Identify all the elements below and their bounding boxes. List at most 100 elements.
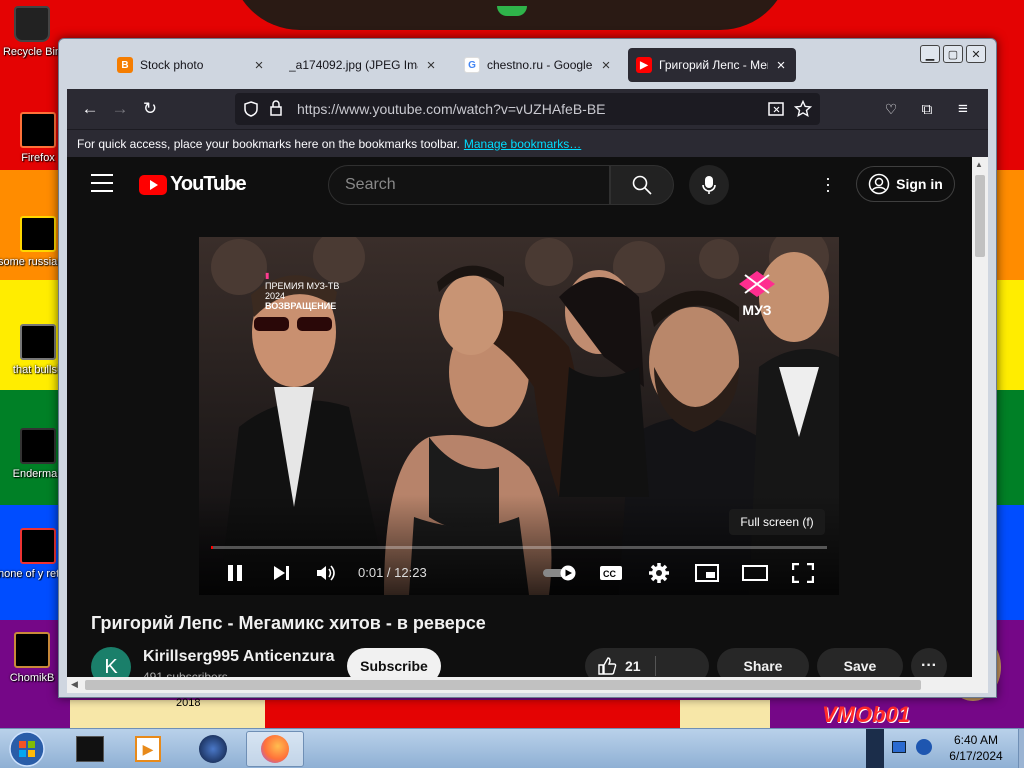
volume-button[interactable]: [313, 559, 341, 587]
close-tab-icon[interactable]: ×: [774, 57, 788, 74]
network-icon[interactable]: [892, 741, 906, 753]
browser-window: B Stock photo × _a174092.jpg (JPEG Image…: [58, 38, 997, 698]
miniplayer-icon: [695, 564, 719, 582]
youtube-page: YouTube Search · · · Sign in ▮ ПРЕМИЯ МУ…: [67, 157, 972, 679]
horizontal-scrollbar[interactable]: ◀: [67, 677, 988, 693]
wallpaper-corner-text: VMOb01: [822, 702, 911, 727]
lock-icon[interactable]: [269, 100, 283, 117]
like-count[interactable]: 21: [625, 658, 641, 674]
settings-button[interactable]: [643, 559, 675, 587]
maximize-button[interactable]: ▢: [943, 45, 963, 63]
channel-name[interactable]: Kirillserg995 Anticenzura: [143, 648, 334, 666]
recycle-bin-icon: [14, 6, 50, 42]
volume-tray-icon[interactable]: [916, 739, 932, 755]
close-window-button[interactable]: ✕: [966, 45, 986, 63]
start-button[interactable]: [6, 730, 48, 768]
gear-icon: [649, 563, 669, 583]
tab-google-search[interactable]: G chestno.ru - Google S ×: [456, 48, 621, 82]
watermark-icon: ▮: [265, 271, 270, 280]
tab-stock-photo[interactable]: B Stock photo ×: [109, 48, 274, 82]
vertical-scroll-thumb[interactable]: [975, 175, 985, 257]
pocket-icon[interactable]: ♡: [876, 94, 906, 124]
forward-arrow-icon[interactable]: →: [105, 94, 135, 124]
blogger-icon: B: [117, 57, 133, 73]
taskbar-firefox[interactable]: [246, 731, 304, 767]
svg-text:CC: CC: [603, 569, 616, 579]
thumbs-up-icon[interactable]: [597, 656, 617, 676]
autoplay-toggle[interactable]: [541, 559, 579, 587]
miniplayer-button[interactable]: [691, 559, 723, 587]
text-file-icon: [20, 216, 56, 252]
taskbar-app-1[interactable]: [62, 731, 118, 767]
taskbar: ▶ 6:40 AM 6/17/2024: [0, 728, 1024, 768]
channel-avatar[interactable]: K: [91, 647, 131, 679]
vertical-scrollbar[interactable]: ▲: [972, 157, 988, 679]
scroll-up-arrow-icon[interactable]: ▲: [975, 160, 983, 169]
horizontal-scroll-thumb[interactable]: [85, 680, 921, 690]
taskbar-app-3[interactable]: [185, 731, 241, 767]
search-input[interactable]: Search: [328, 165, 610, 205]
subscribe-button[interactable]: Subscribe: [347, 648, 441, 679]
youtube-logo[interactable]: YouTube: [139, 173, 247, 196]
account-icon: [868, 173, 890, 195]
video-player[interactable]: ▮ ПРЕМИЯ МУЗ-ТВ 2024 ВОЗВРАЩЕНИЕ МУЗ Ful…: [199, 237, 839, 595]
pause-button[interactable]: [221, 559, 249, 587]
reader-view-icon[interactable]: [768, 101, 784, 117]
tab-youtube-video[interactable]: ▶ Григорий Лепс - Мег ×: [628, 48, 796, 82]
reload-icon[interactable]: ↻: [135, 94, 165, 124]
progress-bar[interactable]: [211, 546, 827, 549]
tray-expand-icon[interactable]: [866, 729, 884, 768]
show-desktop-button[interactable]: [1018, 729, 1024, 768]
window-controls: ▁ ▢ ✕: [920, 45, 986, 63]
minimize-button[interactable]: ▁: [920, 45, 940, 63]
skip-next-icon: [274, 566, 289, 580]
tab-jpeg-image[interactable]: _a174092.jpg (JPEG Image ×: [281, 48, 446, 82]
save-button[interactable]: Save: [817, 648, 903, 679]
shield-icon[interactable]: [243, 101, 259, 117]
cc-icon: CC: [600, 566, 622, 580]
youtube-icon: ▶: [636, 57, 652, 73]
progress-fill: [211, 546, 213, 549]
voice-search-button[interactable]: [689, 165, 729, 205]
close-tab-icon[interactable]: ×: [599, 57, 613, 74]
url-bar[interactable]: https://www.youtube.com/watch?v=vUZHAfeB…: [235, 93, 820, 125]
url-text: https://www.youtube.com/watch?v=vUZHAfeB…: [297, 101, 606, 117]
scroll-left-arrow-icon[interactable]: ◀: [71, 679, 78, 690]
google-icon: G: [464, 57, 480, 73]
volume-icon: [317, 565, 335, 581]
wallpaper-shape: [70, 700, 270, 728]
windows-logo-icon: [9, 731, 45, 767]
close-tab-icon[interactable]: ×: [424, 57, 438, 74]
system-clock[interactable]: 6:40 AM 6/17/2024: [936, 732, 1016, 764]
extensions-icon[interactable]: ⧉: [912, 94, 942, 124]
firefox-icon: [261, 735, 289, 763]
next-button[interactable]: [267, 559, 295, 587]
taskbar-media-player[interactable]: ▶: [120, 731, 176, 767]
hamburger-menu-icon[interactable]: [91, 174, 113, 192]
theater-mode-button[interactable]: [739, 559, 771, 587]
divider: [655, 656, 656, 676]
close-tab-icon[interactable]: ×: [252, 57, 266, 74]
clock-time: 6:40 AM: [953, 733, 999, 747]
sign-in-button[interactable]: Sign in: [856, 166, 955, 202]
navigation-toolbar: ← → ↻ https://www.youtube.com/watch?v=vU…: [67, 89, 988, 129]
pause-icon: [228, 565, 242, 581]
more-options-icon[interactable]: · · ·: [821, 169, 835, 199]
subtitles-button[interactable]: CC: [595, 559, 627, 587]
star-bookmark-icon[interactable]: [794, 100, 812, 118]
enderman-icon: [20, 428, 56, 464]
more-actions-button[interactable]: ···: [911, 648, 947, 679]
media-player-icon: ▶: [135, 736, 161, 762]
app-icon: [76, 736, 104, 762]
share-button[interactable]: Share: [717, 648, 809, 679]
firefox-desktop-icon: [20, 112, 56, 148]
video-title: Григорий Лепс - Мегамикс хитов - в ревер…: [91, 613, 486, 633]
youtube-logo-icon: [139, 174, 167, 195]
menu-icon[interactable]: ≡: [948, 94, 978, 124]
search-button[interactable]: [610, 165, 674, 205]
manage-bookmarks-link[interactable]: Manage bookmarks…: [464, 137, 581, 151]
microphone-icon: [702, 176, 716, 194]
back-arrow-icon[interactable]: ←: [75, 94, 105, 124]
like-dislike-group: 21: [585, 648, 709, 679]
fullscreen-button[interactable]: [787, 559, 819, 587]
